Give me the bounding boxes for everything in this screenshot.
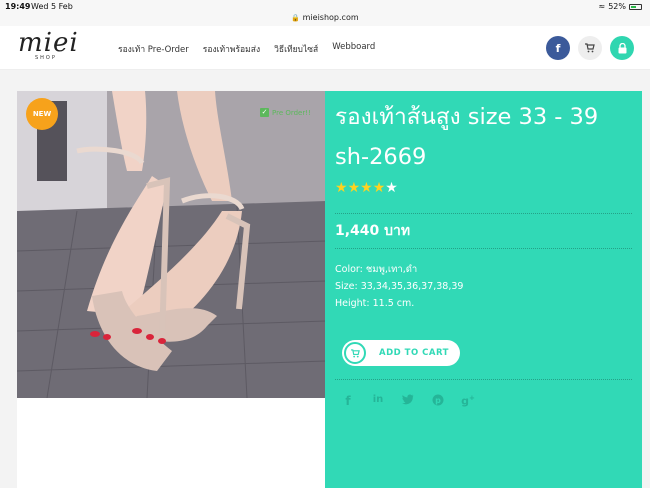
cart-icon [344,342,366,364]
divider [335,213,632,214]
pinterest-icon[interactable]: p [431,394,445,409]
new-badge: NEW [26,98,58,130]
preorder-tag: ✓ Pre Order!! [260,108,311,117]
twitter-icon[interactable] [401,394,415,409]
star-filled-icon: ★ [335,180,348,196]
product-title-line2: sh-2669 [335,144,427,170]
address-bar[interactable]: 🔒 mieishop.com [0,12,650,26]
address-url[interactable]: mieishop.com [303,13,359,22]
nav-item-ready-stock[interactable]: รองเท้าพร้อมส่ง [203,42,260,56]
facebook-icon[interactable]: f [546,36,570,60]
product-image[interactable] [17,91,326,398]
product-title: รองเท้าส้นสูง size 33 - 39 sh-2669 [335,97,635,177]
address-url-wrap[interactable]: 🔒 mieishop.com [0,13,650,22]
share-icons: f in p g+ [341,394,475,409]
main-nav: รองเท้า Pre-Order รองเท้าพร้อมส่ง วิธีเท… [118,42,375,56]
nav-item-webboard[interactable]: Webboard [332,42,375,56]
divider [335,248,632,249]
battery-fill [631,5,636,8]
nav-item-size-guide[interactable]: วิธีเทียบไซส์ [274,42,318,56]
status-time: 19:49 [5,2,31,11]
cart-icon[interactable] [578,36,602,60]
star-empty-icon: ★ [385,180,398,196]
wifi-icon: ≈ [598,2,606,11]
image-whitespace [17,398,326,488]
battery-icon [629,3,642,10]
battery-percent: 52% [608,2,626,11]
preorder-label: Pre Order!! [272,108,311,117]
product-info-panel: รองเท้าส้นสูง size 33 - 39 sh-2669 ★★★★★… [325,91,642,488]
facebook-icon[interactable]: f [341,394,355,409]
product-color: Color: ชมพู,เทา,ดำ [335,264,418,275]
product-price: 1,440 บาท [335,223,411,239]
site-header: miei SHOP รองเท้า Pre-Order รองเท้าพร้อม… [0,26,650,70]
logo-mark: miei [18,28,79,58]
lock-small-icon: 🔒 [291,14,301,22]
product-photo-shoes [17,91,326,398]
google-plus-icon[interactable]: g+ [461,394,475,409]
star-filled-icon: ★ [347,180,361,196]
lock-icon[interactable] [610,36,634,60]
star-filled-icon: ★ [360,180,373,196]
check-icon: ✓ [260,108,269,117]
site-logo[interactable]: miei SHOP [18,30,78,66]
divider [335,379,632,380]
status-right: ≈ 52% [599,2,642,11]
rating-stars: ★★★★★ [335,180,398,196]
product-size: Size: 33,34,35,36,37,38,39 [335,281,464,292]
add-to-cart-button[interactable]: ADD TO CART [342,340,460,366]
product-details: Color: ชมพู,เทา,ดำ Size: 33,34,35,36,37,… [335,261,463,312]
status-date: Wed 5 Feb [31,2,73,11]
product-height: Height: 11.5 cm. [335,298,415,309]
add-to-cart-label: ADD TO CART [379,348,449,358]
svg-text:p: p [435,396,441,405]
linkedin-icon[interactable]: in [371,394,385,409]
star-filled-icon: ★ [372,180,386,196]
nav-item-preorder[interactable]: รองเท้า Pre-Order [118,42,189,56]
product-title-line1: รองเท้าส้นสูง size 33 - 39 [335,104,599,130]
